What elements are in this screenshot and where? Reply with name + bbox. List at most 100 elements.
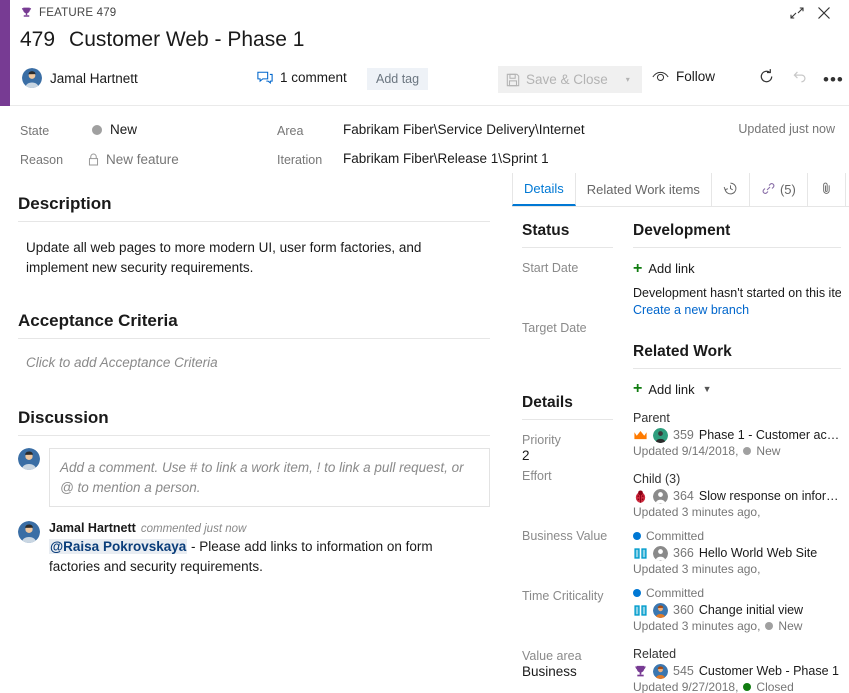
field-value[interactable]: 2 [522, 448, 613, 463]
state-dot [743, 682, 752, 691]
detail-field-value-area[interactable]: Value area Business [522, 649, 613, 679]
add-tag-button[interactable]: Add tag [367, 68, 429, 90]
tab-label: Related Work items [586, 182, 700, 197]
acceptance-criteria-placeholder[interactable]: Click to add Acceptance Criteria [26, 355, 490, 370]
tab-bar: Details Related Work items (5) [512, 173, 849, 207]
related-work-group-label: Child (3) [633, 471, 681, 486]
work-item-type-color-strip [0, 0, 10, 106]
iteration-value[interactable]: Fabrikam Fiber\Release 1\Sprint 1 [343, 151, 549, 166]
close-icon [818, 7, 830, 19]
related-work-item-title[interactable]: Hello World Web Site [699, 546, 817, 560]
plus-icon: + [633, 259, 643, 277]
related-work-item[interactable]: 364 Slow response on inform... Updated 3 m… [633, 488, 841, 543]
related-work-item[interactable]: 359 Phase 1 - Customer acce... Updated 9/1… [633, 427, 841, 458]
field-label: Value area [522, 649, 582, 663]
details-heading: Details [522, 394, 613, 420]
mention-chip[interactable]: @Raisa Pokrovskaya [49, 539, 188, 555]
comment-item: Jamal Hartnett commented just now @Raisa … [18, 521, 490, 576]
comment-count-link[interactable]: 1 comment [257, 70, 347, 85]
tab-history[interactable] [711, 173, 750, 206]
status-field-list: Start Date Target Date [522, 261, 613, 354]
undo-button[interactable] [791, 68, 808, 90]
comment-author: Jamal Hartnett [49, 521, 136, 536]
epic-crown-icon [634, 430, 647, 439]
field-label: Business Value [522, 529, 608, 543]
field-summary-strip: State New Reason New feature Area Fabrik… [0, 106, 849, 172]
refresh-button[interactable] [758, 68, 775, 90]
related-work-item-title[interactable]: Change initial view [699, 603, 803, 617]
comment-icon [257, 71, 273, 84]
development-empty-note: Development hasn't started on this item. [633, 286, 841, 300]
area-value[interactable]: Fabrikam Fiber\Service Delivery\Internet [343, 122, 585, 137]
field-value[interactable] [522, 336, 613, 354]
related-work-item[interactable]: 545 Customer Web - Phase 1 Updated 9/27/20… [633, 663, 841, 693]
related-work-item[interactable]: 360 Change initial view Updated 3 minutes … [633, 602, 841, 633]
related-work-item-title-line[interactable]: 364 Slow response on inform... [633, 488, 841, 504]
related-work-item-title[interactable]: Slow response on inform... [699, 489, 841, 503]
field-label: Start Date [522, 261, 579, 275]
related-work-item-title-line[interactable]: 366 Hello World Web Site [633, 545, 841, 561]
detail-field-business-value[interactable]: Business Value [522, 529, 613, 562]
related-work-item[interactable]: 366 Hello World Web Site Updated 3 minutes… [633, 545, 841, 600]
state-text: New [110, 122, 138, 137]
follow-button[interactable]: Follow [652, 69, 715, 84]
save-and-close-button[interactable]: Save & Close ▾ [498, 66, 642, 93]
detail-field-priority[interactable]: Priority 2 [522, 433, 613, 463]
status-field-start-date[interactable]: Start Date [522, 261, 613, 294]
close-window-button[interactable] [815, 4, 833, 27]
related-work-item-title[interactable]: Customer Web - Phase 1 [699, 664, 839, 678]
field-value[interactable] [522, 484, 613, 502]
related-work-heading: Related Work [633, 343, 841, 369]
history-icon [723, 181, 738, 199]
detail-field-time-criticality[interactable]: Time Criticality [522, 589, 613, 622]
avatar [18, 521, 40, 544]
save-and-close-label: Save & Close [526, 72, 608, 87]
tab-5[interactable]: (5) [749, 173, 808, 206]
state-value[interactable]: New [92, 122, 137, 137]
related-work-item-id: 545 [673, 664, 694, 679]
more-actions-button[interactable]: ••• [823, 70, 844, 90]
comment-count-label: 1 comment [280, 70, 347, 85]
work-item-title-row: 479 Customer Web - Phase 1 [20, 28, 304, 52]
related-work-group-label: Related [633, 646, 677, 661]
avatar [22, 68, 42, 88]
state-text: Committed [646, 528, 705, 543]
description-heading: Description [18, 194, 490, 222]
related-work-item-meta: Updated 9/27/2018, Closed [633, 680, 841, 693]
comment-input[interactable]: Add a comment. Use # to link a work item… [49, 448, 490, 508]
detail-field-effort[interactable]: Effort [522, 469, 613, 502]
description-text[interactable]: Update all web pages to more modern UI, … [26, 238, 446, 277]
related-work-add-link-button[interactable]: + Add link ▼ [633, 381, 841, 397]
state-text: Closed [756, 679, 794, 693]
related-work-item-state: New [765, 619, 802, 633]
work-item-title[interactable]: Customer Web - Phase 1 [69, 28, 304, 52]
field-value[interactable] [522, 276, 613, 294]
restore-window-button[interactable] [788, 4, 806, 27]
assigned-to[interactable]: Jamal Hartnett [22, 68, 138, 88]
related-work-item-title-line[interactable]: 545 Customer Web - Phase 1 [633, 663, 841, 679]
work-item-header: FEATURE 479 479 Customer Web - Phase 1 J… [0, 0, 849, 106]
work-item-form: FEATURE 479 479 Customer Web - Phase 1 J… [0, 0, 849, 693]
field-value[interactable]: Business [522, 664, 613, 679]
tab-details[interactable]: Details [512, 173, 576, 206]
related-work-item-title-line[interactable]: 359 Phase 1 - Customer acce... [633, 427, 841, 443]
field-value[interactable] [522, 544, 613, 562]
lock-icon [88, 153, 99, 166]
related-work-item-meta: Updated 3 minutes ago, Committed [633, 562, 841, 600]
eye-icon [652, 71, 669, 81]
trophy-icon [21, 7, 32, 17]
status-field-target-date[interactable]: Target Date [522, 321, 613, 354]
tab-attachment[interactable] [807, 173, 846, 206]
create-new-branch-link[interactable]: Create a new branch [633, 303, 841, 317]
related-work-item-title-line[interactable]: 360 Change initial view [633, 602, 841, 618]
field-value[interactable] [522, 604, 613, 622]
save-icon [506, 73, 520, 86]
chevron-down-icon[interactable]: ▼ [703, 384, 712, 394]
related-work-item-id: 364 [673, 489, 694, 504]
related-work-item-title[interactable]: Phase 1 - Customer acce... [699, 428, 841, 442]
save-dropdown-caret[interactable]: ▾ [618, 75, 638, 84]
development-add-link-button[interactable]: + Add link [633, 259, 841, 277]
assigned-to-name: Jamal Hartnett [50, 70, 138, 86]
last-updated-text: Updated just now [738, 122, 835, 136]
tab-related-work-items[interactable]: Related Work items [575, 173, 712, 206]
